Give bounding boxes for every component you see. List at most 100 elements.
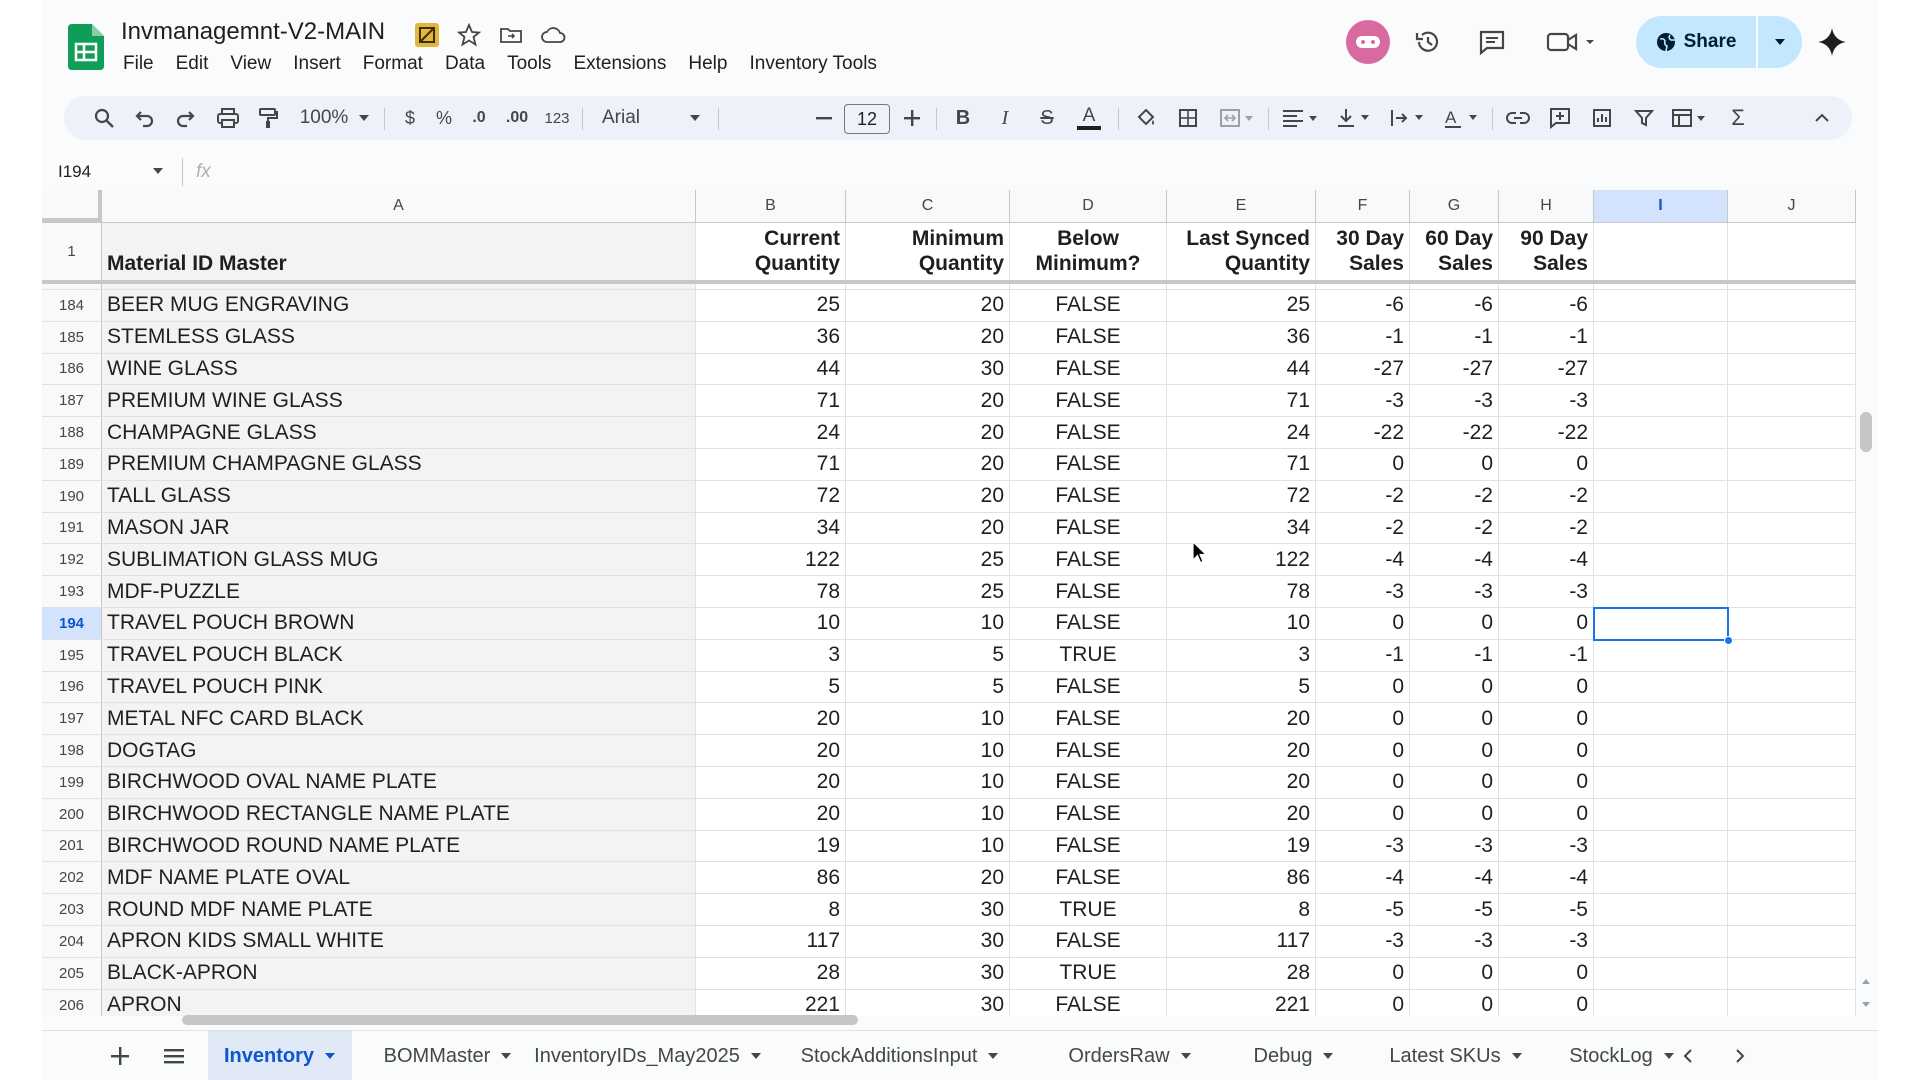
row-header[interactable]: 194 — [42, 608, 102, 639]
cell-g[interactable]: 60 Day Sales — [1410, 223, 1499, 280]
column-header-i[interactable]: I — [1594, 190, 1728, 222]
cell-j[interactable] — [1728, 639, 1856, 671]
italic-icon[interactable]: I — [988, 96, 1022, 140]
decrease-decimal-button[interactable]: .0 — [462, 96, 496, 140]
cell-h[interactable]: -3 — [1499, 926, 1594, 957]
cell-j[interactable] — [1728, 798, 1856, 830]
cell-a[interactable]: WINE GLASS — [102, 353, 696, 385]
cell-h[interactable]: -27 — [1499, 353, 1594, 385]
cell-f[interactable]: -3 — [1316, 385, 1410, 417]
cell-e[interactable]: Last Synced Quantity — [1167, 223, 1316, 280]
cell-a[interactable]: TRAVEL POUCH BROWN — [102, 608, 696, 639]
cell-b[interactable]: 117 — [696, 926, 846, 957]
menu-insert[interactable]: Insert — [282, 51, 352, 77]
vertical-scrollbar[interactable] — [1860, 412, 1872, 452]
cell-j[interactable] — [1728, 767, 1856, 798]
cell-g[interactable]: -5 — [1410, 894, 1499, 925]
cell-i[interactable] — [1594, 862, 1728, 894]
fill-color-icon[interactable] — [1126, 96, 1166, 140]
folder-icon[interactable] — [496, 20, 526, 50]
column-header-h[interactable]: H — [1499, 190, 1594, 222]
cell-e[interactable]: 20 — [1167, 735, 1316, 766]
cell-i[interactable] — [1594, 703, 1728, 735]
cell-a[interactable]: ROUND MDF NAME PLATE — [102, 894, 696, 925]
row-header[interactable]: 189 — [42, 449, 102, 480]
cell-d[interactable]: FALSE — [1010, 512, 1167, 544]
scroll-up-icon[interactable] — [1860, 972, 1872, 990]
menu-inventory-tools[interactable]: Inventory Tools — [738, 51, 887, 77]
cell-b[interactable]: 20 — [696, 798, 846, 830]
cell-i[interactable] — [1594, 894, 1728, 925]
name-box-dropdown-icon[interactable] — [152, 162, 164, 180]
row-header[interactable]: 204 — [42, 926, 102, 957]
cell-i[interactable] — [1594, 989, 1728, 1016]
cell-c[interactable]: 10 — [846, 703, 1010, 735]
cell-d[interactable]: FALSE — [1010, 284, 1167, 289]
cell-a[interactable]: STEMLESS GLASS — [102, 321, 696, 353]
cell-j[interactable] — [1728, 989, 1856, 1016]
sheet-tab-latest-skus[interactable]: Latest SKUs — [1368, 1031, 1544, 1080]
cell-d[interactable]: FALSE — [1010, 798, 1167, 830]
search-menus-icon[interactable] — [84, 96, 124, 140]
column-header-c[interactable]: C — [846, 190, 1010, 222]
row-header[interactable]: 197 — [42, 703, 102, 735]
row-header[interactable]: 198 — [42, 735, 102, 766]
cell-f[interactable]: -3 — [1316, 926, 1410, 957]
cell-i[interactable] — [1594, 544, 1728, 576]
cell-c[interactable]: 10 — [846, 284, 1010, 289]
row-header[interactable]: 185 — [42, 321, 102, 353]
cell-g[interactable]: -2 — [1410, 512, 1499, 544]
cell-a[interactable]: TRAVEL POUCH BLACK — [102, 639, 696, 671]
star-icon[interactable] — [454, 20, 484, 50]
cell-e[interactable]: 20 — [1167, 767, 1316, 798]
sheet-tab-debug[interactable]: Debug — [1226, 1031, 1362, 1080]
cell-h[interactable]: 0 — [1499, 957, 1594, 989]
scroll-down-icon[interactable] — [1860, 996, 1872, 1014]
cell-g[interactable]: -27 — [1410, 353, 1499, 385]
add-sheet-button[interactable] — [98, 1031, 142, 1080]
cell-c[interactable]: 10 — [846, 608, 1010, 639]
cell-a[interactable]: BEER MUG ENGRAVING — [102, 290, 696, 321]
cell-d[interactable]: FALSE — [1010, 290, 1167, 321]
cell-d[interactable]: TRUE — [1010, 639, 1167, 671]
cell-e[interactable]: 221 — [1167, 989, 1316, 1016]
cell-e[interactable]: 19 — [1167, 830, 1316, 862]
cell-c[interactable]: 30 — [846, 926, 1010, 957]
cell-j[interactable] — [1728, 608, 1856, 639]
cell-e[interactable]: 78 — [1167, 576, 1316, 607]
menu-data[interactable]: Data — [434, 51, 496, 77]
cell-h[interactable]: -1 — [1499, 284, 1594, 289]
sheet-tab-stocklog[interactable]: StockLog — [1548, 1031, 1696, 1080]
cell-c[interactable]: 20 — [846, 417, 1010, 448]
cell-a[interactable]: PREMIUM CHAMPAGNE GLASS — [102, 449, 696, 480]
cell-a[interactable]: BEER MUG SUBLIMATION — [102, 284, 696, 289]
cell-i[interactable] — [1594, 512, 1728, 544]
meet-icon[interactable] — [1542, 22, 1602, 62]
cell-j[interactable] — [1728, 417, 1856, 448]
cell-b[interactable]: 44 — [696, 353, 846, 385]
cell-i[interactable] — [1594, 576, 1728, 607]
bold-icon[interactable]: B — [946, 96, 980, 140]
tab-dropdown-icon[interactable] — [1511, 1049, 1523, 1063]
currency-format-button[interactable]: $ — [394, 96, 426, 140]
row-header[interactable]: 187 — [42, 385, 102, 417]
column-header-b[interactable]: B — [696, 190, 846, 222]
cell-g[interactable]: 0 — [1410, 449, 1499, 480]
cell-d[interactable]: FALSE — [1010, 353, 1167, 385]
row-header[interactable]: 203 — [42, 894, 102, 925]
cell-i[interactable] — [1594, 449, 1728, 480]
cell-h[interactable]: -1 — [1499, 639, 1594, 671]
decrease-font-size-icon[interactable] — [808, 96, 840, 140]
row-header[interactable]: 1 — [42, 223, 102, 280]
cell-b[interactable]: 20 — [696, 767, 846, 798]
cell-j[interactable] — [1728, 735, 1856, 766]
cell-i[interactable] — [1594, 767, 1728, 798]
cell-c[interactable]: 20 — [846, 321, 1010, 353]
cell-a[interactable]: BIRCHWOOD ROUND NAME PLATE — [102, 830, 696, 862]
row-header[interactable]: 193 — [42, 576, 102, 607]
more-formats-button[interactable]: 123 — [538, 96, 576, 140]
cell-g[interactable]: -3 — [1410, 926, 1499, 957]
cell-b[interactable]: 221 — [696, 989, 846, 1016]
cell-i[interactable] — [1594, 417, 1728, 448]
cell-d[interactable]: FALSE — [1010, 385, 1167, 417]
